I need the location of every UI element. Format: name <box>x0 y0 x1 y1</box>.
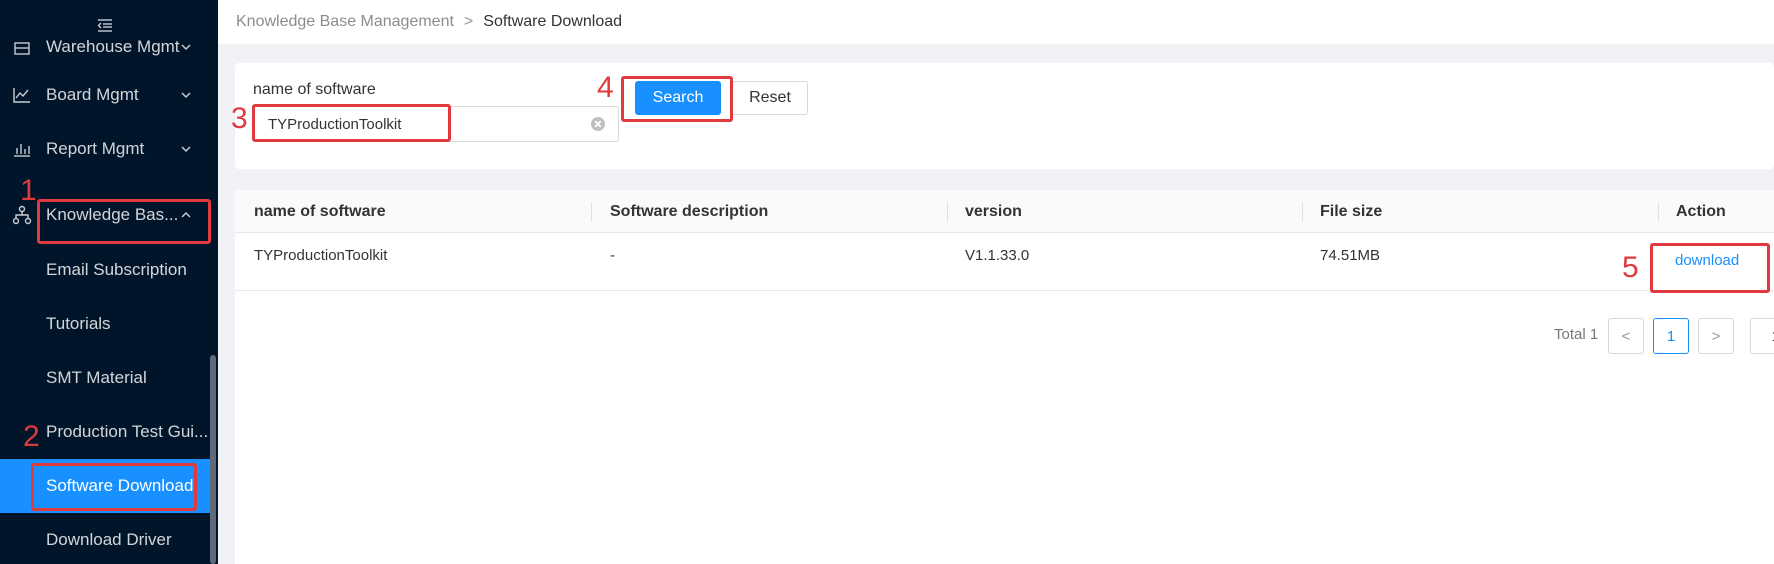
annotation-box-5 <box>1650 243 1770 293</box>
reset-button[interactable]: Reset <box>732 81 808 115</box>
annotation-box-1 <box>37 199 211 244</box>
annotation-number-3: 3 <box>231 102 248 135</box>
column-header-version: version <box>965 203 1022 220</box>
sidebar-item-label: Tutorials <box>46 314 111 333</box>
sidebar-item-label: Warehouse Mgmt <box>46 37 180 56</box>
annotation-box-2 <box>31 463 197 511</box>
annotation-box-4 <box>621 76 733 122</box>
bar-chart-icon <box>14 144 30 157</box>
sidebar-item-tutorials[interactable]: Tutorials <box>0 297 210 351</box>
column-divider <box>1302 202 1303 222</box>
sidebar-item-download-driver[interactable]: Download Driver <box>0 513 210 564</box>
pagination-total: Total 1 <box>1554 326 1599 343</box>
breadcrumb-current: Software Download <box>483 13 623 30</box>
cell-file-size: 74.51MB <box>1320 247 1381 264</box>
annotation-number-4: 4 <box>597 71 614 104</box>
chevron-down-icon <box>181 44 191 51</box>
clear-icon[interactable] <box>591 117 605 131</box>
line-chart-icon <box>13 88 30 103</box>
column-divider <box>947 202 948 222</box>
table-row: TYProductionToolkit - V1.1.33.0 74.51MB … <box>235 233 1774 291</box>
prev-page-button[interactable]: < <box>1608 318 1644 354</box>
tree-icon <box>12 205 32 225</box>
sidebar-item-label: Download Driver <box>46 530 172 549</box>
chevron-down-icon <box>181 146 191 153</box>
sidebar-item-label: Production Test Gui... <box>46 422 209 441</box>
chevron-down-icon <box>181 92 191 99</box>
page-jump-input[interactable]: 1 <box>1750 318 1774 354</box>
next-page-button[interactable]: > <box>1698 318 1734 354</box>
column-divider <box>591 202 592 222</box>
sidebar-item-email-subscription[interactable]: Email Subscription <box>0 243 210 297</box>
header: Knowledge Base Management > Software Downl… <box>218 0 1774 44</box>
search-panel: name of software Search Reset <box>235 63 1774 169</box>
annotation-number-1: 1 <box>20 174 37 207</box>
sidebar-item-label: SMT Material <box>46 368 147 387</box>
annotation-box-3 <box>252 104 451 142</box>
annotation-number-5: 5 <box>1622 251 1639 284</box>
cell-version: V1.1.33.0 <box>965 247 1030 264</box>
warehouse-icon <box>14 42 30 55</box>
breadcrumb-separator: > <box>463 13 474 30</box>
sidebar-item-label: Email Subscription <box>46 260 187 279</box>
sidebar-item-warehouse[interactable]: Warehouse Mgmt <box>0 20 210 74</box>
table-header: name of software Software description ve… <box>235 190 1774 233</box>
annotation-number-2: 2 <box>23 420 40 453</box>
sidebar-item-label: Board Mgmt <box>46 85 139 104</box>
sidebar-item-label: Report Mgmt <box>46 139 145 158</box>
pagination: Total 1 < 1 > 1 <box>235 318 1774 354</box>
software-table: name of software Software description ve… <box>235 190 1774 564</box>
sidebar-item-smt-material[interactable]: SMT Material <box>0 351 210 405</box>
software-name-label: name of software <box>253 81 376 98</box>
column-header-action: Action <box>1676 203 1726 220</box>
sidebar-item-report[interactable]: Report Mgmt <box>0 122 210 176</box>
cell-name: TYProductionToolkit <box>254 247 388 264</box>
breadcrumb: Knowledge Base Management > Software Downl… <box>236 13 622 31</box>
sidebar-item-board[interactable]: Board Mgmt <box>0 68 210 122</box>
column-header-name: name of software <box>254 203 386 220</box>
column-header-file-size: File size <box>1320 203 1383 220</box>
sidebar-scrollbar[interactable] <box>210 355 216 564</box>
column-divider <box>1658 202 1659 222</box>
breadcrumb-parent[interactable]: Knowledge Base Management <box>236 13 454 30</box>
page-1-button[interactable]: 1 <box>1653 318 1689 354</box>
column-header-description: Software description <box>610 203 769 220</box>
cell-description: - <box>610 247 615 264</box>
